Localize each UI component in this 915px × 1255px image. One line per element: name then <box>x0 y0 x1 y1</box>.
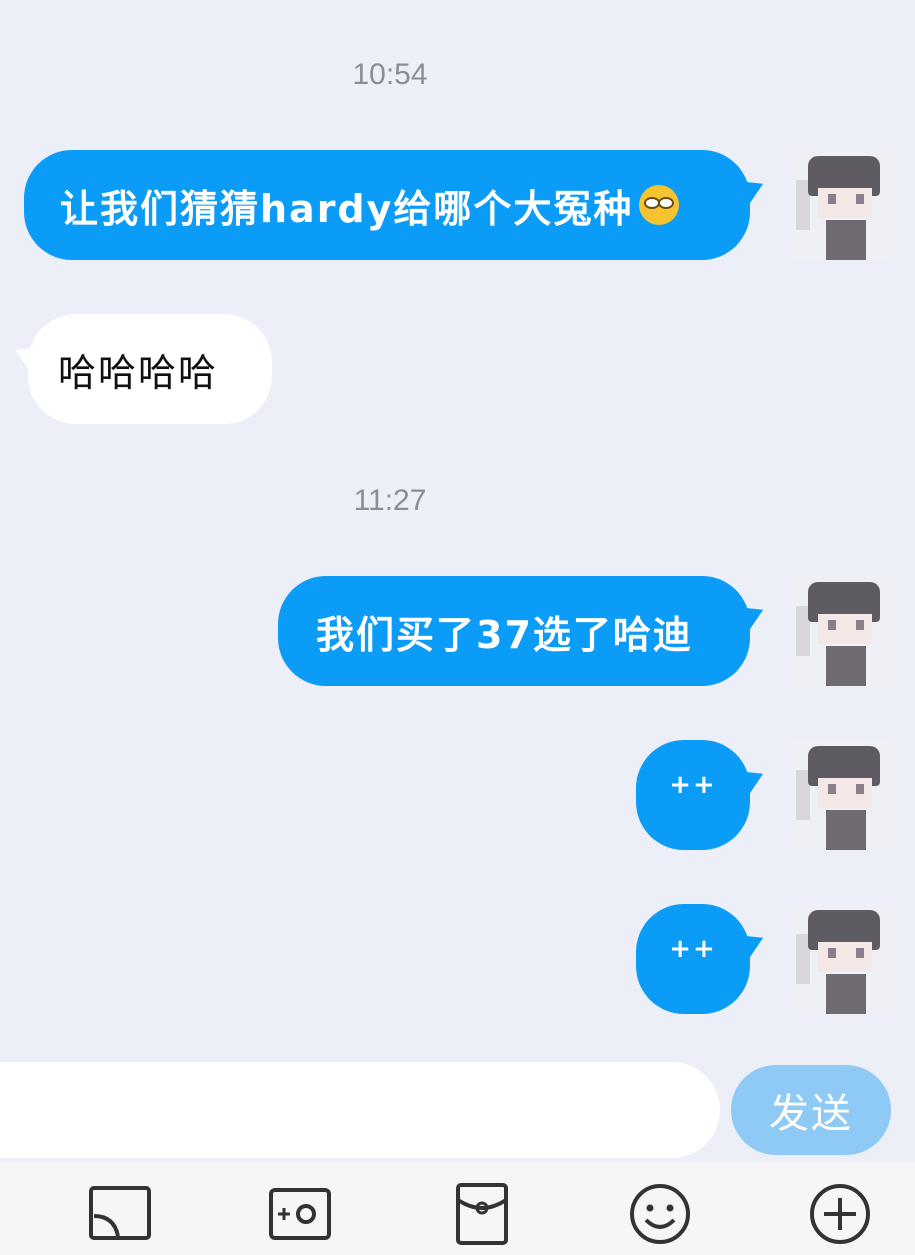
message-input[interactable] <box>0 1062 720 1158</box>
chat-screen: 10:54 让我们猜猜hardy给哪个大冤种 哈哈哈哈 11:27 我们买了37… <box>0 0 915 1255</box>
message-text: 我们买了37选了哈迪 <box>316 612 693 657</box>
timestamp: 11:27 <box>353 484 427 517</box>
message-bubble-outgoing[interactable]: ++ <box>636 904 750 1014</box>
message-bubble-incoming[interactable]: 哈哈哈哈 <box>28 314 272 424</box>
red-packet-icon[interactable] <box>450 1182 514 1246</box>
timestamp: 10:54 <box>352 58 428 91</box>
message-bubble-outgoing[interactable]: 让我们猜猜hardy给哪个大冤种 <box>24 150 750 260</box>
screen-cast-icon[interactable] <box>88 1182 152 1246</box>
send-button[interactable]: 发送 <box>731 1065 891 1155</box>
message-text: ++ <box>669 770 717 800</box>
avatar[interactable] <box>790 576 894 686</box>
message-text: ++ <box>669 934 717 964</box>
message-text: 让我们猜猜hardy给哪个大冤种 <box>60 186 634 231</box>
avatar[interactable] <box>790 904 894 1014</box>
message-text: 哈哈哈哈 <box>58 350 219 395</box>
plus-icon[interactable] <box>808 1182 872 1246</box>
avatar[interactable] <box>790 740 894 850</box>
camera-icon[interactable] <box>268 1182 332 1246</box>
smirk-emoji-icon <box>639 185 680 225</box>
smiley-icon[interactable] <box>628 1182 692 1246</box>
message-bubble-outgoing[interactable]: ++ <box>636 740 750 850</box>
message-bubble-outgoing[interactable]: 我们买了37选了哈迪 <box>278 576 750 686</box>
avatar[interactable] <box>790 150 894 260</box>
